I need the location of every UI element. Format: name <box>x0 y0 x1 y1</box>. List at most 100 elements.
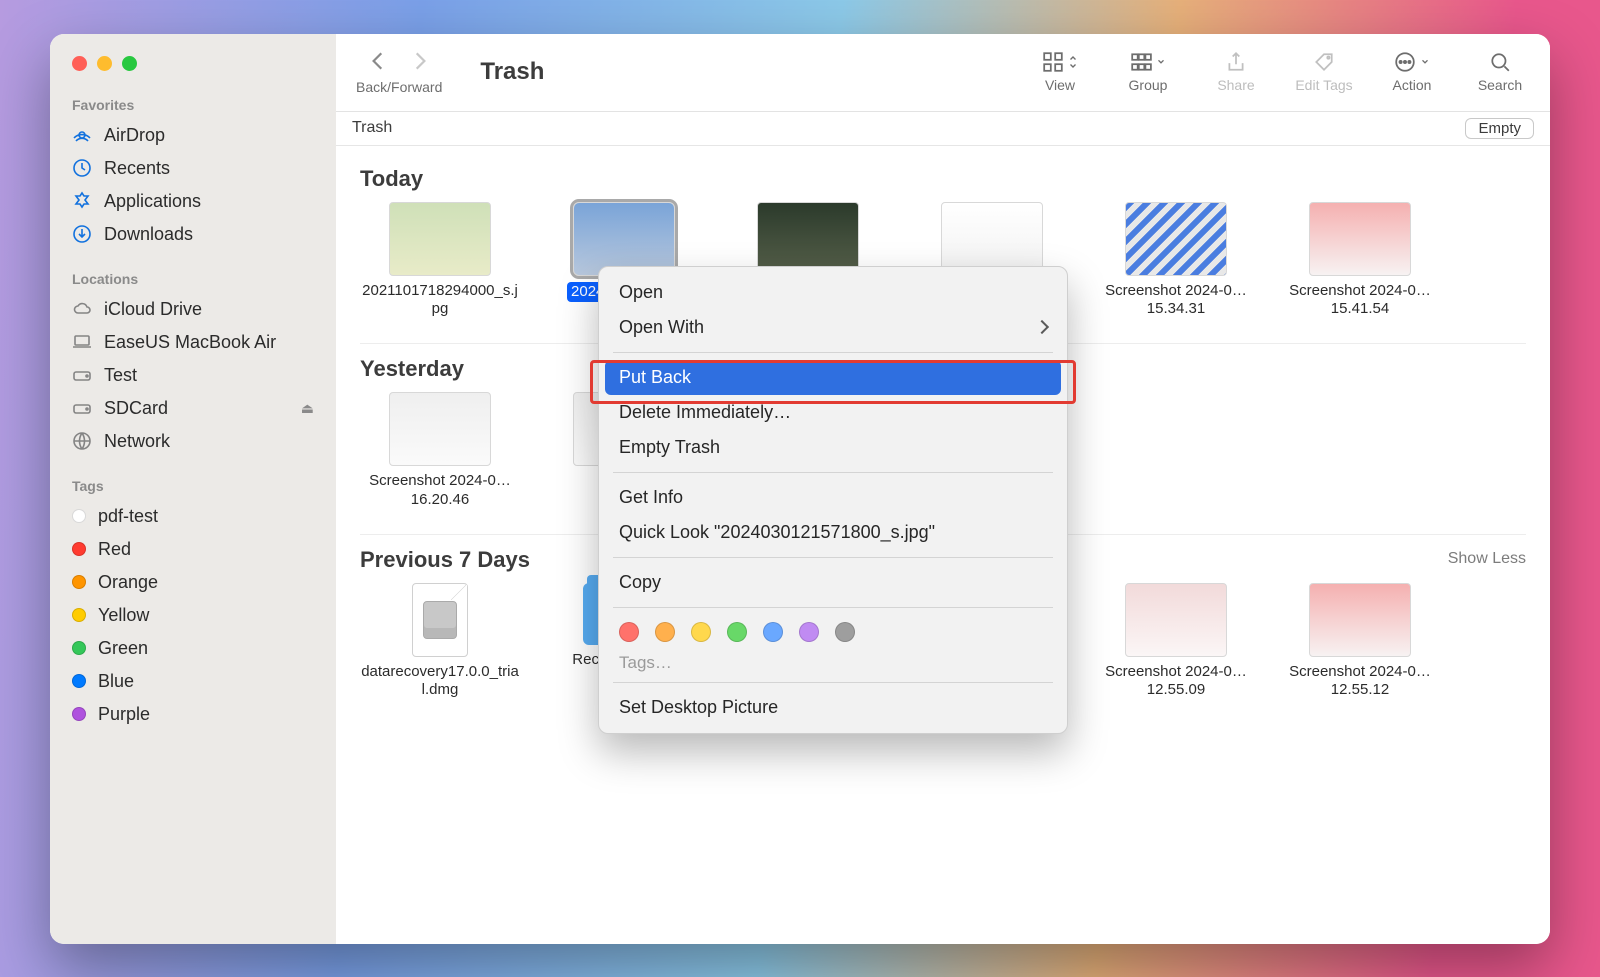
ctx-put-back[interactable]: Put Back <box>605 360 1061 395</box>
back-forward-group: Back/Forward <box>356 50 442 95</box>
thumbnail-icon <box>757 202 859 276</box>
sidebar-item-network[interactable]: Network <box>50 425 336 458</box>
path-location: Trash <box>352 119 392 137</box>
separator <box>613 557 1053 558</box>
sidebar-item-macbook[interactable]: EaseUS MacBook Air <box>50 326 336 359</box>
hdd-icon <box>423 601 457 639</box>
action-button[interactable]: Action <box>1382 51 1442 93</box>
ctx-tags-label[interactable]: Tags… <box>599 649 1067 675</box>
disk-icon <box>72 398 92 418</box>
sidebar-tag-blue[interactable]: Blue <box>50 665 336 698</box>
share-button: Share <box>1206 51 1266 93</box>
tag-label: Yellow <box>98 605 149 626</box>
search-button[interactable]: Search <box>1470 51 1530 93</box>
tag-label: pdf-test <box>98 506 158 527</box>
tag-color-gray[interactable] <box>835 622 855 642</box>
group-button[interactable]: Group <box>1118 51 1178 93</box>
sidebar-section-locations: Locations <box>50 265 336 293</box>
file-item[interactable]: Screenshot 2024-0…15.41.54 <box>1280 202 1440 320</box>
download-icon <box>72 224 92 244</box>
sidebar-item-label: Network <box>104 431 170 452</box>
finder-window: Favorites AirDrop Recents Applications D… <box>50 34 1550 944</box>
forward-button[interactable] <box>409 50 431 77</box>
sidebar-tag-orange[interactable]: Orange <box>50 566 336 599</box>
group-header-previous7: Previous 7 Days <box>360 535 530 583</box>
tag-color-red[interactable] <box>619 622 639 642</box>
tag-dot-icon <box>72 641 86 655</box>
sidebar-item-label: Test <box>104 365 137 386</box>
file-name: datarecovery17.0.0_trial.dmg <box>360 663 520 701</box>
window-title: Trash <box>480 58 544 86</box>
toolbar-label: Search <box>1478 77 1522 93</box>
ctx-tag-colors <box>599 615 1067 649</box>
ctx-get-info[interactable]: Get Info <box>599 480 1067 515</box>
show-less-button[interactable]: Show Less <box>1448 550 1526 568</box>
ctx-copy[interactable]: Copy <box>599 565 1067 600</box>
toolbar-label: Group <box>1129 77 1168 93</box>
sidebar-tag-green[interactable]: Green <box>50 632 336 665</box>
sidebar-tag-purple[interactable]: Purple <box>50 698 336 731</box>
clock-icon <box>72 158 92 178</box>
separator <box>613 682 1053 683</box>
apps-icon <box>72 191 92 211</box>
ctx-delete-immediately[interactable]: Delete Immediately… <box>599 395 1067 430</box>
sidebar-tag-yellow[interactable]: Yellow <box>50 599 336 632</box>
sidebar-item-test[interactable]: Test <box>50 359 336 392</box>
sidebar-item-label: SDCard <box>104 398 168 419</box>
airdrop-icon <box>72 125 92 145</box>
tag-color-purple[interactable] <box>799 622 819 642</box>
file-name: Screenshot 2024-0…15.41.54 <box>1280 282 1440 320</box>
tag-color-blue[interactable] <box>763 622 783 642</box>
sidebar-item-sdcard[interactable]: SDCard ⏏ <box>50 392 336 425</box>
file-item[interactable]: 2021101718294000_s.jpg <box>360 202 520 320</box>
tag-dot-icon <box>72 542 86 556</box>
sidebar-item-icloud[interactable]: iCloud Drive <box>50 293 336 326</box>
sidebar-item-downloads[interactable]: Downloads <box>50 218 336 251</box>
sidebar-item-recents[interactable]: Recents <box>50 152 336 185</box>
ctx-open-with[interactable]: Open With <box>599 310 1067 345</box>
thumbnail-icon <box>389 392 491 466</box>
close-window-button[interactable] <box>72 56 87 71</box>
file-item[interactable]: Screenshot 2024-0…15.34.31 <box>1096 202 1256 320</box>
thumbnail-icon <box>573 202 675 276</box>
file-item[interactable]: Screenshot 2024-0…16.20.46 <box>360 392 520 510</box>
file-item[interactable]: Screenshot 2024-0…12.55.12 <box>1280 583 1440 701</box>
ctx-empty-trash[interactable]: Empty Trash <box>599 430 1067 465</box>
toolbar: Back/Forward Trash View Group Share Edit… <box>336 34 1550 112</box>
back-button[interactable] <box>367 50 389 77</box>
file-name: Screenshot 2024-0…16.20.46 <box>360 472 520 510</box>
path-bar: Trash Empty <box>336 112 1550 146</box>
file-name: 2021101718294000_s.jpg <box>360 282 520 320</box>
file-item[interactable]: Screenshot 2024-0…12.55.09 <box>1096 583 1256 701</box>
tag-label: Green <box>98 638 148 659</box>
sidebar-item-applications[interactable]: Applications <box>50 185 336 218</box>
empty-trash-button[interactable]: Empty <box>1465 118 1534 139</box>
tag-dot-icon <box>72 509 86 523</box>
toolbar-label: View <box>1045 77 1075 93</box>
tag-color-yellow[interactable] <box>691 622 711 642</box>
separator <box>613 607 1053 608</box>
tag-label: Orange <box>98 572 158 593</box>
sidebar-item-label: Applications <box>104 191 201 212</box>
tag-label: Purple <box>98 704 150 725</box>
zoom-window-button[interactable] <box>122 56 137 71</box>
tag-color-orange[interactable] <box>655 622 675 642</box>
ctx-open[interactable]: Open <box>599 275 1067 310</box>
eject-icon[interactable]: ⏏ <box>301 400 314 417</box>
cloud-icon <box>72 299 92 319</box>
ctx-quick-look[interactable]: Quick Look "2024030121571800_s.jpg" <box>599 515 1067 550</box>
tag-color-green[interactable] <box>727 622 747 642</box>
file-item[interactable]: datarecovery17.0.0_trial.dmg <box>360 583 520 701</box>
tag-dot-icon <box>72 575 86 589</box>
sidebar-tag-pdf-test[interactable]: pdf-test <box>50 500 336 533</box>
group-header-today: Today <box>360 154 1526 202</box>
ctx-set-desktop[interactable]: Set Desktop Picture <box>599 690 1067 725</box>
toolbar-label: Action <box>1393 77 1432 93</box>
view-button[interactable]: View <box>1030 51 1090 93</box>
minimize-window-button[interactable] <box>97 56 112 71</box>
sidebar-section-favorites: Favorites <box>50 91 336 119</box>
sidebar-item-airdrop[interactable]: AirDrop <box>50 119 336 152</box>
sidebar-section-tags: Tags <box>50 472 336 500</box>
sidebar-tag-red[interactable]: Red <box>50 533 336 566</box>
sidebar-item-label: iCloud Drive <box>104 299 202 320</box>
